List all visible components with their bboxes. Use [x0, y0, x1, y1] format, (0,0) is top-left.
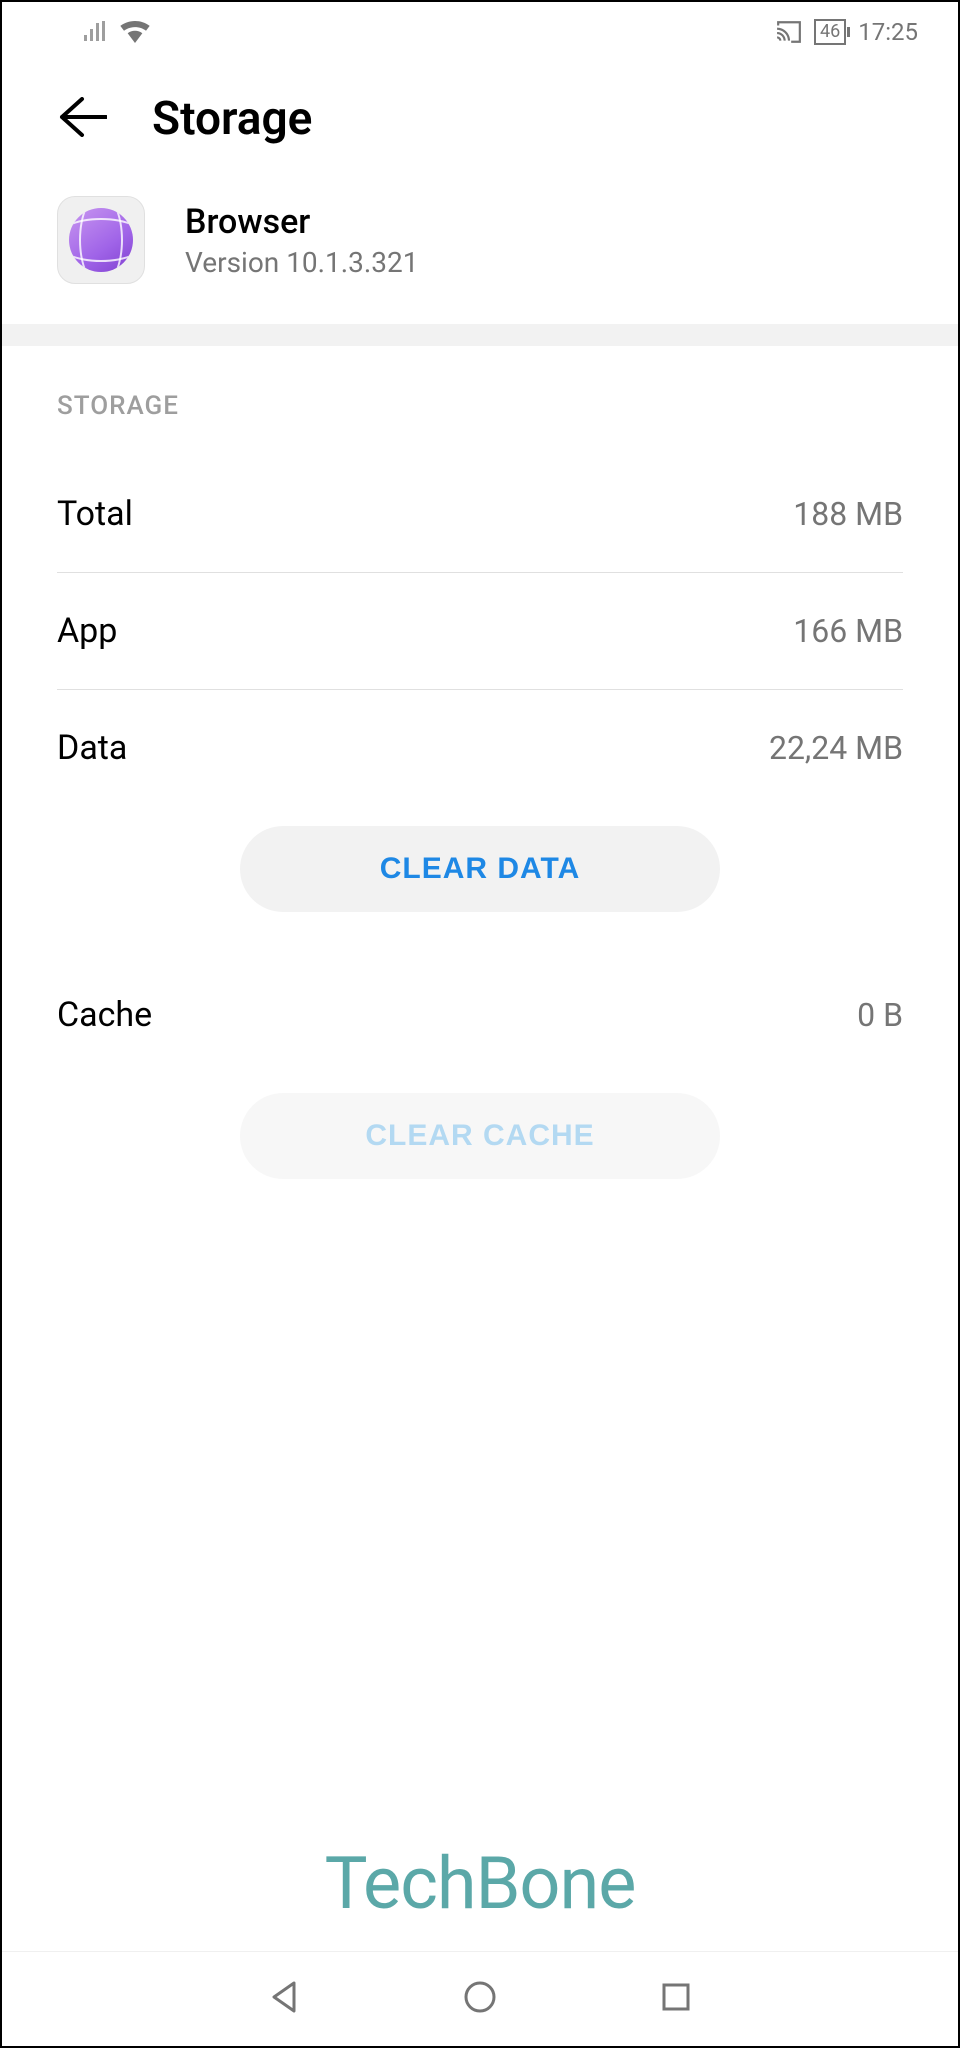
app-name: Browser	[185, 202, 419, 242]
status-left	[82, 21, 150, 43]
cache-label: Cache	[57, 995, 152, 1035]
app-size-label: App	[57, 611, 117, 651]
battery-level: 46	[820, 21, 840, 42]
watermark: TechBone	[325, 1841, 636, 1926]
app-info-text: Browser Version 10.1.3.321	[185, 202, 419, 279]
app-icon	[57, 196, 145, 284]
total-label: Total	[57, 494, 133, 534]
cast-icon	[776, 21, 802, 43]
nav-recent-icon[interactable]	[658, 1979, 694, 2019]
clock: 17:25	[858, 18, 918, 46]
row-total: Total 188 MB	[2, 456, 958, 572]
page-title: Storage	[152, 92, 312, 146]
wifi-icon	[120, 21, 150, 43]
data-value: 22,24 MB	[769, 729, 903, 767]
row-app: App 166 MB	[2, 573, 958, 689]
row-cache: Cache 0 B	[2, 957, 958, 1073]
back-arrow-icon[interactable]	[57, 97, 107, 141]
status-bar: 46 17:25	[2, 2, 958, 62]
nav-back-icon[interactable]	[266, 1979, 302, 2019]
data-label: Data	[57, 728, 127, 768]
clear-data-button[interactable]: CLEAR DATA	[240, 826, 720, 912]
header: Storage	[2, 62, 958, 196]
battery-indicator: 46	[814, 19, 846, 45]
navigation-bar	[2, 1951, 958, 2046]
row-data: Data 22,24 MB	[2, 690, 958, 806]
section-heading: STORAGE	[2, 346, 958, 456]
app-version: Version 10.1.3.321	[185, 246, 419, 279]
cache-value: 0 B	[857, 996, 903, 1034]
section-divider	[2, 324, 958, 346]
app-info-row: Browser Version 10.1.3.321	[2, 196, 958, 324]
clear-cache-button: CLEAR CACHE	[240, 1093, 720, 1179]
clear-data-wrap: CLEAR DATA	[2, 806, 958, 957]
signal-icon	[82, 21, 108, 43]
app-size-value: 166 MB	[793, 612, 903, 650]
nav-home-icon[interactable]	[462, 1979, 498, 2019]
total-value: 188 MB	[793, 495, 903, 533]
status-right: 46 17:25	[776, 18, 918, 46]
clear-cache-wrap: CLEAR CACHE	[2, 1073, 958, 1224]
